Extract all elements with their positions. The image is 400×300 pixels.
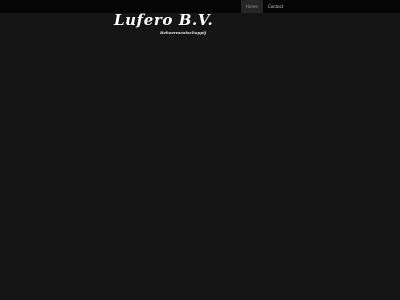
page: Home Contact Lufero B.V. Beheermaatschap… bbox=[0, 0, 400, 300]
nav-item-home[interactable]: Home bbox=[241, 0, 263, 13]
logo-title: Lufero B.V. bbox=[114, 11, 214, 29]
logo-subtitle: Beheermaatschappij bbox=[160, 30, 207, 35]
main-navigation: Home Contact bbox=[241, 0, 288, 13]
nav-item-contact[interactable]: Contact bbox=[263, 0, 289, 13]
site-logo[interactable]: Lufero B.V. Beheermaatschappij bbox=[114, 11, 214, 35]
